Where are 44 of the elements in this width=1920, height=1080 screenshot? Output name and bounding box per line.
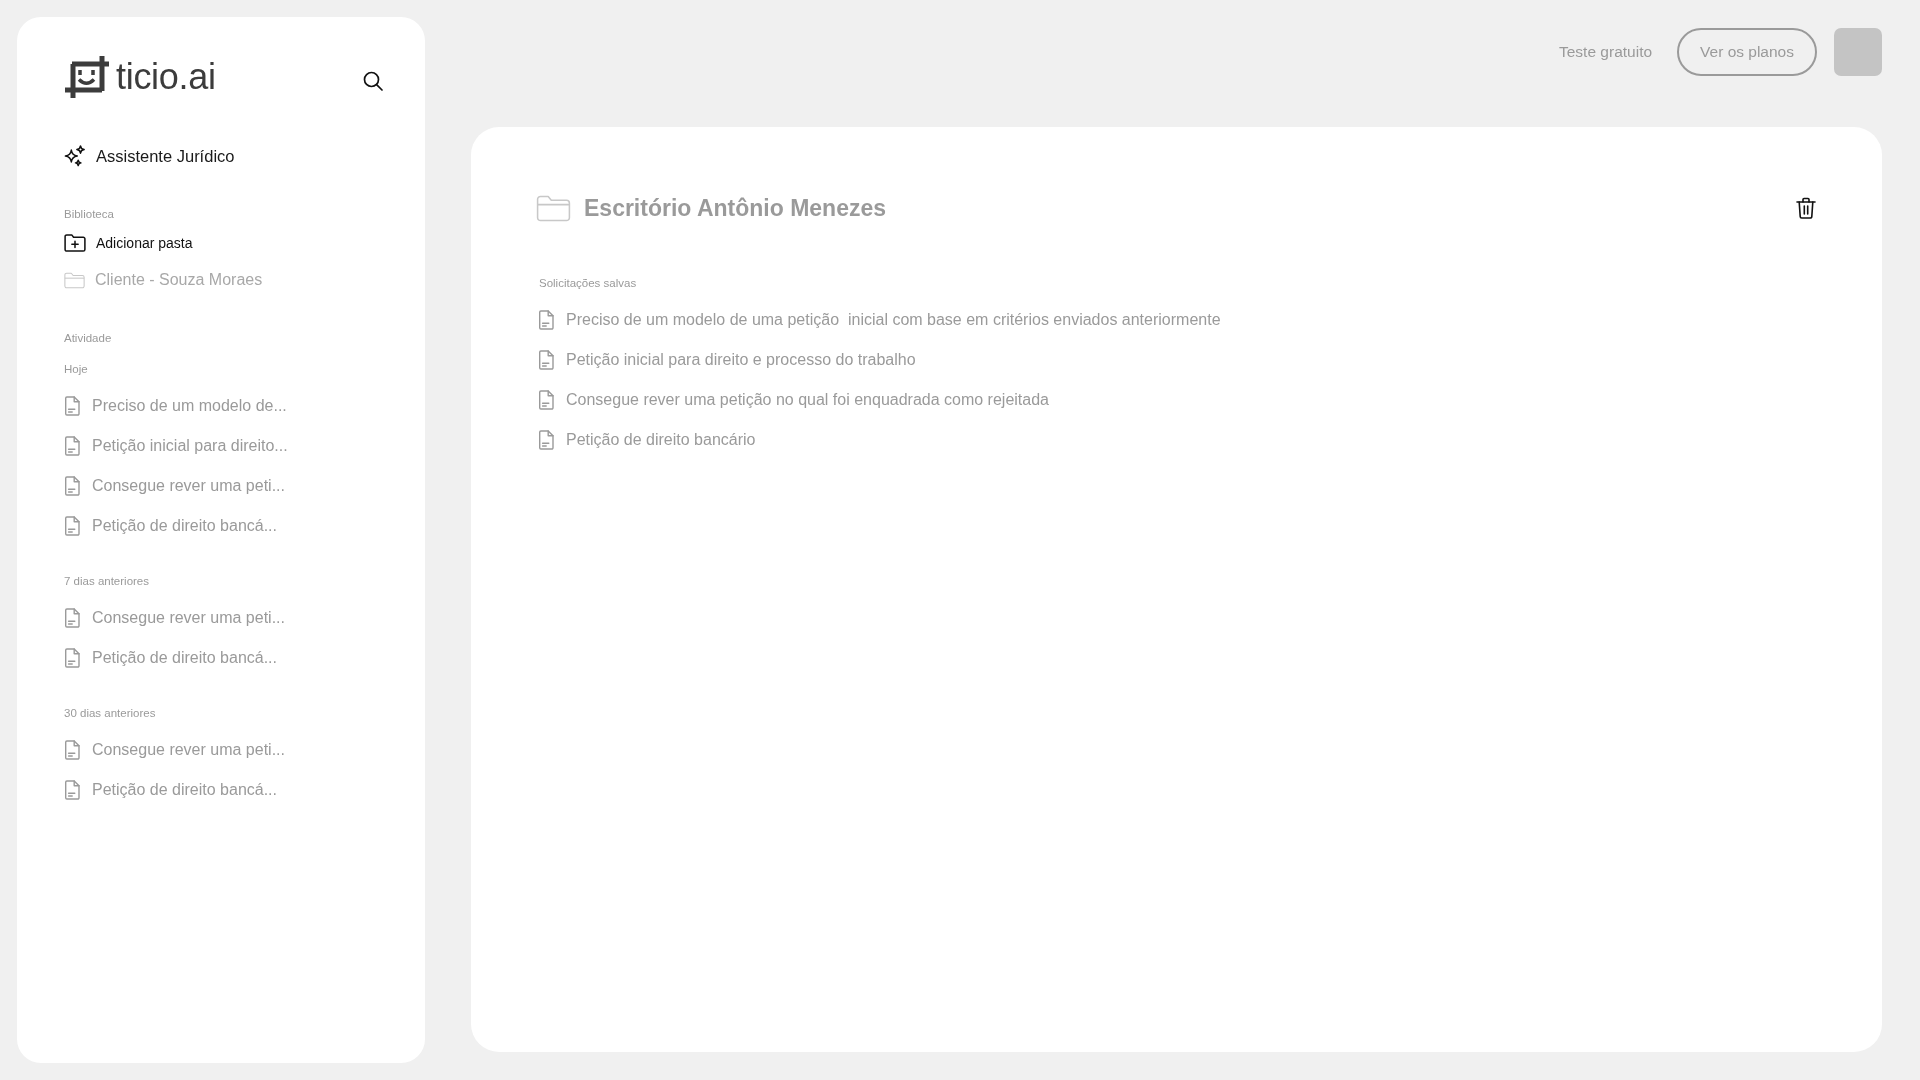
folder-icon (64, 271, 85, 289)
folder-plus-icon (64, 234, 86, 252)
document-icon (64, 648, 80, 668)
document-icon (64, 436, 80, 456)
history-item[interactable]: Preciso de um modelo de... (64, 386, 287, 426)
document-icon (538, 350, 554, 370)
group-heading: Hoje (64, 362, 88, 377)
document-icon (64, 608, 80, 628)
folder-title: Escritório Antônio Menezes (584, 194, 887, 222)
history-item[interactable]: Petição de direito bancá... (64, 506, 277, 546)
section-heading: Solicitações salvas (538, 276, 637, 291)
history-item[interactable]: Consegue rever uma peti... (64, 466, 285, 506)
assistant-link[interactable]: Assistente Jurídico (64, 144, 235, 168)
group-heading: 30 dias anteriores (64, 706, 156, 721)
history-item[interactable]: Petição de direito bancá... (64, 770, 277, 810)
request-item[interactable]: Preciso de um modelo de uma petição inicial com base em critérios enviados anteriormente (538, 300, 1221, 340)
search-icon[interactable] (363, 71, 383, 91)
history-item[interactable]: Petição inicial para direito... (64, 426, 288, 466)
folder-item[interactable]: Cliente - Souza Moraes (64, 268, 263, 292)
plans-button[interactable]: Ver os planos (1677, 28, 1817, 76)
logo-text: ticio.ai (116, 57, 216, 97)
document-icon (64, 476, 80, 496)
history-item[interactable]: Consegue rever uma peti... (64, 730, 285, 770)
document-icon (64, 780, 80, 800)
add-folder-button[interactable]: Adicionar pasta (64, 231, 193, 255)
document-icon (538, 310, 554, 330)
document-icon (64, 396, 80, 416)
document-icon (64, 740, 80, 760)
trash-icon[interactable] (1796, 197, 1816, 219)
group-heading: 7 dias anteriores (64, 574, 150, 589)
section-heading: Biblioteca (64, 207, 114, 222)
trial-link[interactable]: Teste gratuito (1559, 43, 1653, 61)
request-item[interactable]: Consegue rever uma petição no qual foi enquadrada como rejeitada (538, 380, 1049, 420)
folder-icon (536, 194, 571, 222)
sparkle-icon (64, 145, 86, 167)
logo-icon (64, 55, 110, 99)
request-item[interactable]: Petição de direito bancário (538, 420, 756, 460)
document-icon (538, 390, 554, 410)
document-icon (538, 430, 554, 450)
history-item[interactable]: Petição de direito bancá... (64, 638, 277, 678)
document-icon (64, 516, 80, 536)
history-item[interactable]: Consegue rever uma peti... (64, 598, 285, 638)
request-item[interactable]: Petição inicial para direito e processo do trabalho (538, 340, 916, 380)
section-heading: Atividade (64, 331, 112, 346)
